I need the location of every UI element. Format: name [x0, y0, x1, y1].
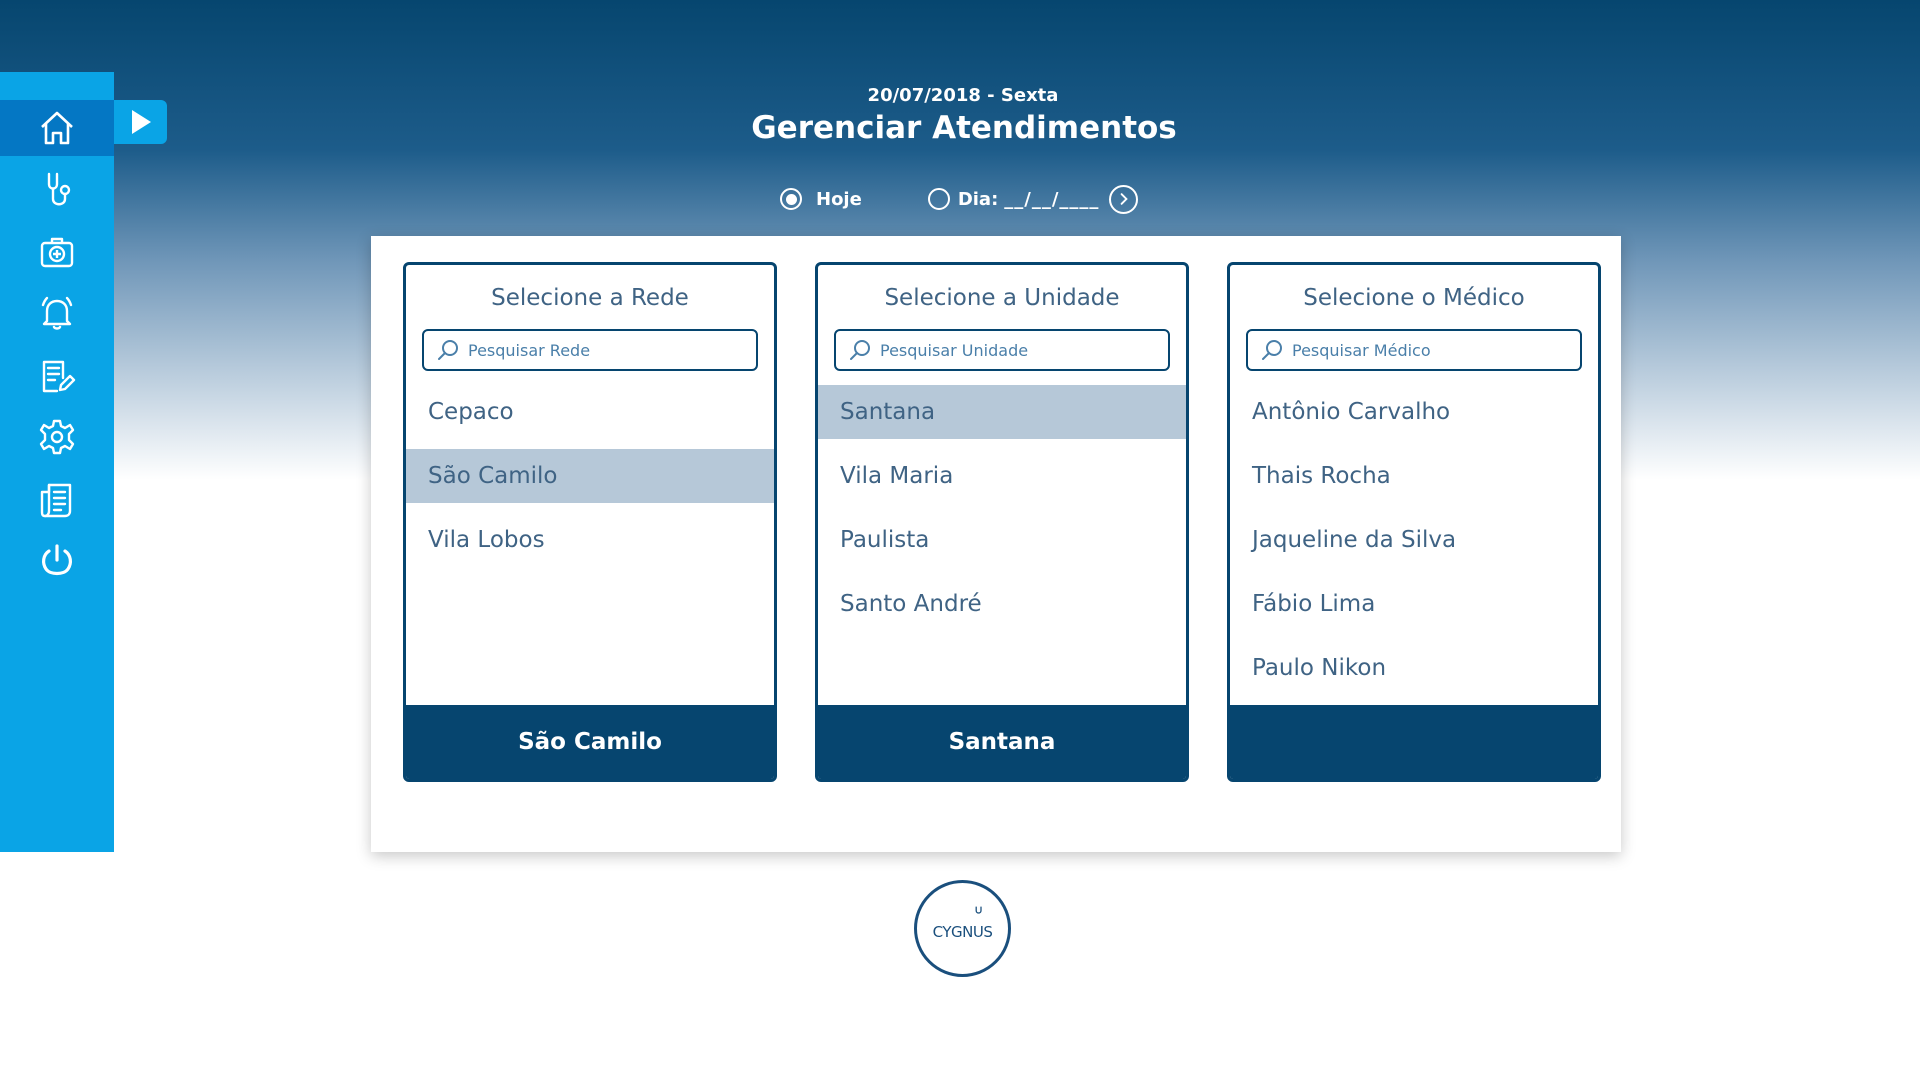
list-item-selected[interactable]: São Camilo: [406, 449, 774, 503]
doctor-selected-value: [1230, 705, 1598, 779]
stethoscope-logo-icon: [975, 906, 982, 914]
logo-text: CYGNUS: [932, 922, 993, 941]
search-icon: [438, 340, 458, 360]
sidebar-item-edit-document[interactable]: [0, 348, 114, 404]
list-item[interactable]: Thais Rocha: [1230, 449, 1598, 503]
sidebar-item-settings[interactable]: [0, 409, 114, 465]
search-icon: [850, 340, 870, 360]
network-search-placeholder: Pesquisar Rede: [468, 340, 591, 360]
unit-card: Selecione a Unidade Pesquisar Unidade Sa…: [815, 262, 1189, 782]
page-title: Gerenciar Atendimentos: [751, 110, 1177, 146]
list-item[interactable]: Antônio Carvalho: [1230, 385, 1598, 439]
network-search-field[interactable]: Pesquisar Rede: [422, 329, 758, 371]
sidebar: [0, 72, 114, 852]
unit-search-field[interactable]: Pesquisar Unidade: [834, 329, 1170, 371]
current-date: 20/07/2018 - Sexta: [867, 85, 1059, 106]
page-header: 20/07/2018 - Sexta Gerenciar Atendimento…: [0, 85, 1920, 146]
list-item-selected[interactable]: Santana: [818, 385, 1186, 439]
network-selected-value: São Camilo: [406, 705, 774, 779]
bell-icon: [41, 296, 73, 330]
medical-kit-icon: [40, 237, 74, 268]
list-item[interactable]: Vila Lobos: [406, 513, 774, 567]
list-item[interactable]: Santo André: [818, 577, 1186, 631]
radio-today-label: Hoje: [816, 188, 862, 210]
radio-today-dot[interactable]: [780, 188, 802, 210]
stethoscope-icon: [47, 172, 71, 206]
sidebar-item-notifications[interactable]: [0, 285, 114, 341]
gear-icon: [39, 419, 75, 455]
radio-today[interactable]: Hoje: [780, 188, 862, 210]
list-item[interactable]: Jaqueline da Silva: [1230, 513, 1598, 567]
radio-day-dot[interactable]: [927, 188, 950, 210]
edit-document-icon: [42, 360, 76, 393]
doctor-card-title: Selecione o Médico: [1303, 285, 1525, 311]
sidebar-item-logout[interactable]: [0, 533, 114, 589]
sidebar-item-medical-kit[interactable]: [0, 224, 114, 280]
list-item[interactable]: Fábio Lima: [1230, 577, 1598, 631]
list-item[interactable]: Cepaco: [406, 385, 774, 439]
power-icon: [42, 544, 72, 576]
day-date-input[interactable]: __/__/____: [1004, 189, 1099, 210]
doctor-list: Antônio Carvalho Thais Rocha Jaqueline d…: [1230, 385, 1598, 695]
doctor-card: Selecione o Médico Pesquisar Médico Antô…: [1227, 262, 1601, 782]
unit-search-placeholder: Pesquisar Unidade: [880, 340, 1029, 360]
list-item[interactable]: Paulista: [818, 513, 1186, 567]
unit-list: Santana Vila Maria Paulista Santo André: [818, 385, 1186, 631]
unit-card-title: Selecione a Unidade: [884, 285, 1120, 311]
unit-selected-value: Santana: [818, 705, 1186, 779]
network-card: Selecione a Rede Pesquisar Rede Cepaco S…: [403, 262, 777, 782]
sidebar-item-documents[interactable]: [0, 472, 114, 528]
radio-day-label: Dia:: [957, 188, 999, 210]
doctor-search-placeholder: Pesquisar Médico: [1292, 340, 1431, 360]
sidebar-item-stethoscope[interactable]: [0, 162, 114, 218]
next-button[interactable]: [1109, 184, 1139, 214]
doctor-search-field[interactable]: Pesquisar Médico: [1246, 329, 1582, 371]
list-item[interactable]: Paulo Nikon: [1230, 641, 1598, 695]
documents-icon: [40, 483, 72, 518]
network-card-title: Selecione a Rede: [491, 285, 689, 311]
search-icon: [1262, 340, 1282, 360]
list-item[interactable]: Vila Maria: [818, 449, 1186, 503]
chevron-right-icon: [1120, 193, 1128, 205]
cygnus-logo: CYGNUS: [914, 880, 1011, 977]
date-filter: Hoje Dia: __/__/____: [780, 184, 1139, 214]
radio-day[interactable]: Dia: __/__/____: [927, 188, 1100, 210]
selection-panel: Selecione a Rede Pesquisar Rede Cepaco S…: [371, 236, 1621, 852]
network-list: Cepaco São Camilo Vila Lobos: [406, 385, 774, 567]
